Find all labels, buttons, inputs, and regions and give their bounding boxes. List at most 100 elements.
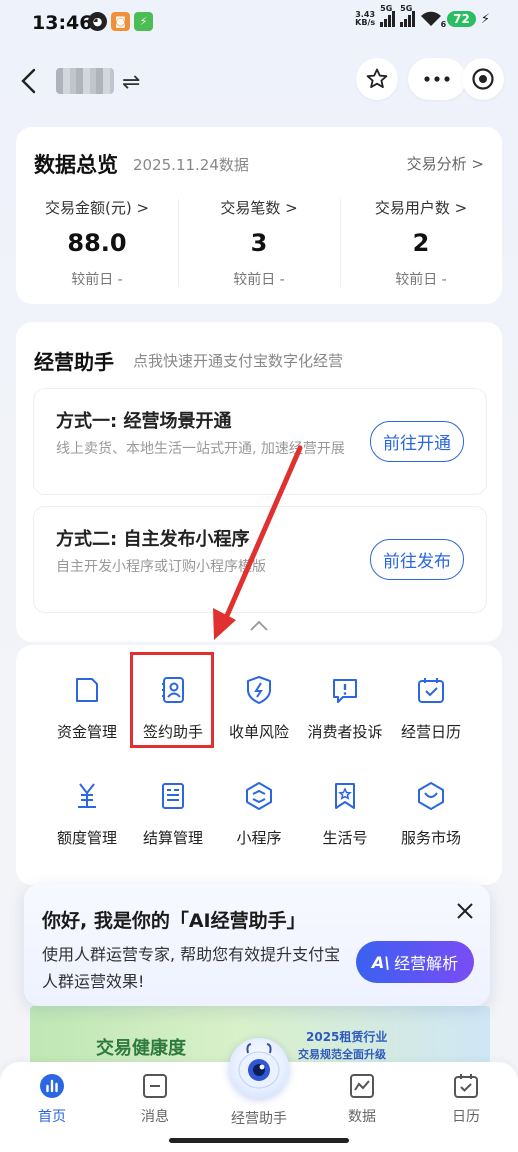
tab-label: 首页: [38, 1109, 66, 1125]
hexagon-service-icon: [414, 779, 448, 813]
method-desc: 自主开发小程序或订购小程序模版: [56, 559, 266, 575]
metric-value: 3: [250, 229, 268, 257]
yen-stack-icon: [70, 779, 104, 813]
close-miniapp-icon[interactable]: [462, 58, 504, 100]
assistant-robot-icon[interactable]: [229, 1038, 289, 1098]
settlement-doc-icon: [156, 779, 190, 813]
signal-sim1-icon: 5G: [380, 4, 396, 27]
popup-title: 你好, 我是你的「AI经营助手」: [42, 910, 306, 932]
method-miniprogram-card: 方式二: 自主发布小程序 自主开发小程序或订购小程序模版 前往发布: [33, 506, 487, 613]
go-publish-button[interactable]: 前往发布: [370, 539, 464, 580]
calendar-check-icon: [414, 673, 448, 707]
more-menu-icon[interactable]: [408, 58, 466, 100]
business-assistant-card: 经营助手 点我快速开通支付宝数字化经营 方式一: 经营场景开通 线上卖货、本地生…: [16, 322, 502, 642]
data-chart-icon: [348, 1072, 376, 1100]
metric-compare: 较前日 -: [395, 272, 447, 288]
tab-data[interactable]: 数据: [322, 1072, 402, 1126]
back-icon[interactable]: [18, 67, 42, 95]
annotation-highlight-box: [130, 652, 214, 748]
grid-item-fund-management[interactable]: 资金管理: [44, 673, 130, 742]
data-overview-card: 数据总览 2025.11.24数据 交易分析 > 交易金额(元) > 88.0 …: [16, 127, 502, 304]
grid-item-acquiring-risk[interactable]: 收单风险: [216, 673, 302, 742]
status-time: 13:46: [32, 12, 93, 34]
method-title: 方式二: 自主发布小程序: [56, 529, 250, 550]
taobao-app-icon: ◙: [111, 12, 130, 31]
metric-label: 交易笔数 >: [220, 199, 298, 217]
switch-account-icon[interactable]: ⇌: [122, 70, 140, 95]
sim2-type: 5G: [400, 4, 413, 13]
tab-label: 日历: [452, 1109, 480, 1125]
grid-item-consumer-complaint[interactable]: 消费者投诉: [302, 673, 388, 742]
home-chart-icon: [38, 1072, 66, 1100]
grid-label: 服务市场: [400, 829, 461, 847]
grid-label: 额度管理: [56, 829, 117, 847]
net-speed-unit: KB/s: [355, 18, 376, 27]
complaint-icon: [328, 673, 362, 707]
overview-title: 数据总览: [34, 153, 118, 177]
sim1-type: 5G: [380, 4, 393, 13]
grid-item-mini-program[interactable]: 小程序: [216, 779, 302, 848]
tab-messages[interactable]: 消息: [115, 1072, 195, 1126]
grid-item-business-calendar[interactable]: 经营日历: [388, 673, 474, 742]
method-scene-card: 方式一: 经营场景开通 线上卖货、本地生活一站式开通, 加速经营开展 前往开通: [33, 388, 487, 495]
shield-bolt-icon: [242, 673, 276, 707]
overview-date: 2025.11.24数据: [133, 156, 249, 174]
grid-label: 消费者投诉: [307, 723, 383, 741]
grid-item-life-account[interactable]: 生活号: [302, 779, 388, 848]
tab-label: 消息: [141, 1109, 169, 1125]
favorite-star-icon[interactable]: [356, 58, 398, 100]
metric-users[interactable]: 交易用户数 > 2 较前日 -: [340, 197, 502, 289]
home-indicator: [169, 1138, 349, 1143]
business-analysis-button[interactable]: A\ 经营解析: [356, 941, 474, 983]
banner-text-line2: 交易规范全面升级: [298, 1048, 386, 1061]
wallet-icon: [70, 673, 104, 707]
collapse-chevron-up-icon[interactable]: [249, 617, 269, 636]
assistant-title: 经营助手: [34, 350, 114, 374]
metric-label: 交易金额(元) >: [44, 199, 150, 217]
metric-compare: 较前日 -: [71, 272, 123, 288]
transaction-analysis-link[interactable]: 交易分析 >: [407, 153, 484, 174]
grid-label: 资金管理: [56, 723, 117, 741]
battery-level: 72: [447, 11, 476, 27]
merchant-name-blurred: [56, 68, 114, 94]
qq-penguin-icon: ◕: [88, 12, 107, 31]
banner-text-line1: 2025租赁行业: [306, 1030, 388, 1044]
mini-program-icon: [242, 779, 276, 813]
method-desc: 线上卖货、本地生活一站式开通, 加速经营开展: [56, 441, 345, 457]
grid-item-quota-management[interactable]: 额度管理: [44, 779, 130, 848]
tab-assistant[interactable]: 经营助手: [219, 1102, 299, 1128]
metric-compare: 较前日 -: [233, 272, 285, 288]
ai-logo-text: A\: [371, 952, 391, 972]
popup-body: 使用人群运营专家, 帮助您有效提升支付宝人群运营效果!: [42, 945, 341, 991]
tab-calendar[interactable]: 日历: [426, 1072, 506, 1126]
method-title: 方式一: 经营场景开通: [56, 411, 232, 432]
charge-app-icon: ⚡: [134, 12, 153, 31]
assistant-subtitle[interactable]: 点我快速开通支付宝数字化经营: [133, 350, 343, 371]
button-label: 经营解析: [394, 954, 459, 973]
grid-label: 小程序: [236, 829, 282, 847]
tab-home[interactable]: 首页: [12, 1072, 92, 1126]
metric-value: 88.0: [67, 229, 127, 257]
charging-icon: ⚡: [480, 11, 490, 27]
tab-label: 经营助手: [231, 1111, 287, 1127]
status-bar: 13:46 ◕ ◙ ⚡ 3.43 KB/s 5G 5G 6 72 ⚡: [0, 0, 518, 46]
close-icon[interactable]: [456, 902, 474, 924]
metric-label: 交易用户数 >: [374, 199, 468, 217]
grid-item-settlement-management[interactable]: 结算管理: [130, 779, 216, 848]
banner-text-health: 交易健康度: [96, 1038, 186, 1059]
grid-label: 结算管理: [142, 829, 203, 847]
metric-count[interactable]: 交易笔数 > 3 较前日 -: [178, 197, 340, 289]
grid-label: 生活号: [322, 829, 368, 847]
function-grid-card: 资金管理 签约助手 收单风险 消费者投诉 经营日历 额度管理 结算管理 小程序 …: [16, 645, 502, 885]
grid-item-service-market[interactable]: 服务市场: [388, 779, 474, 848]
calendar-icon: [452, 1072, 480, 1100]
message-icon: [141, 1072, 169, 1100]
bookmark-star-icon: [328, 779, 362, 813]
grid-label: 经营日历: [400, 723, 461, 741]
ai-assistant-popup: 你好, 我是你的「AI经营助手」 使用人群运营专家, 帮助您有效提升支付宝人群运…: [24, 884, 490, 1006]
go-open-button[interactable]: 前往开通: [370, 421, 464, 462]
wifi-icon: 6: [420, 11, 446, 29]
metric-amount[interactable]: 交易金额(元) > 88.0 较前日 -: [16, 197, 178, 289]
header-actions: [356, 58, 504, 102]
signal-sim2-icon: 5G: [400, 4, 416, 27]
